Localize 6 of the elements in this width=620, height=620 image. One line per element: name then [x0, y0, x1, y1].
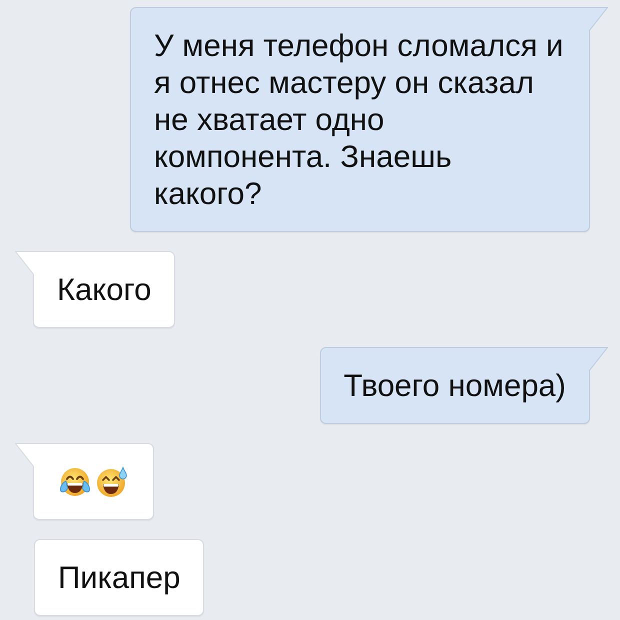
laughing-crying-face-icon: [59, 466, 91, 498]
message-text: У меня телефон сломался и я отнес мастеру он сказал не хватает одно компонента. Знаешь какого?: [154, 27, 564, 212]
message-text: Твоего номера): [344, 367, 566, 404]
message-text: Какого: [57, 271, 152, 308]
message-text: Пикапер: [58, 559, 180, 596]
sweat-smile-face-icon: [96, 466, 128, 498]
